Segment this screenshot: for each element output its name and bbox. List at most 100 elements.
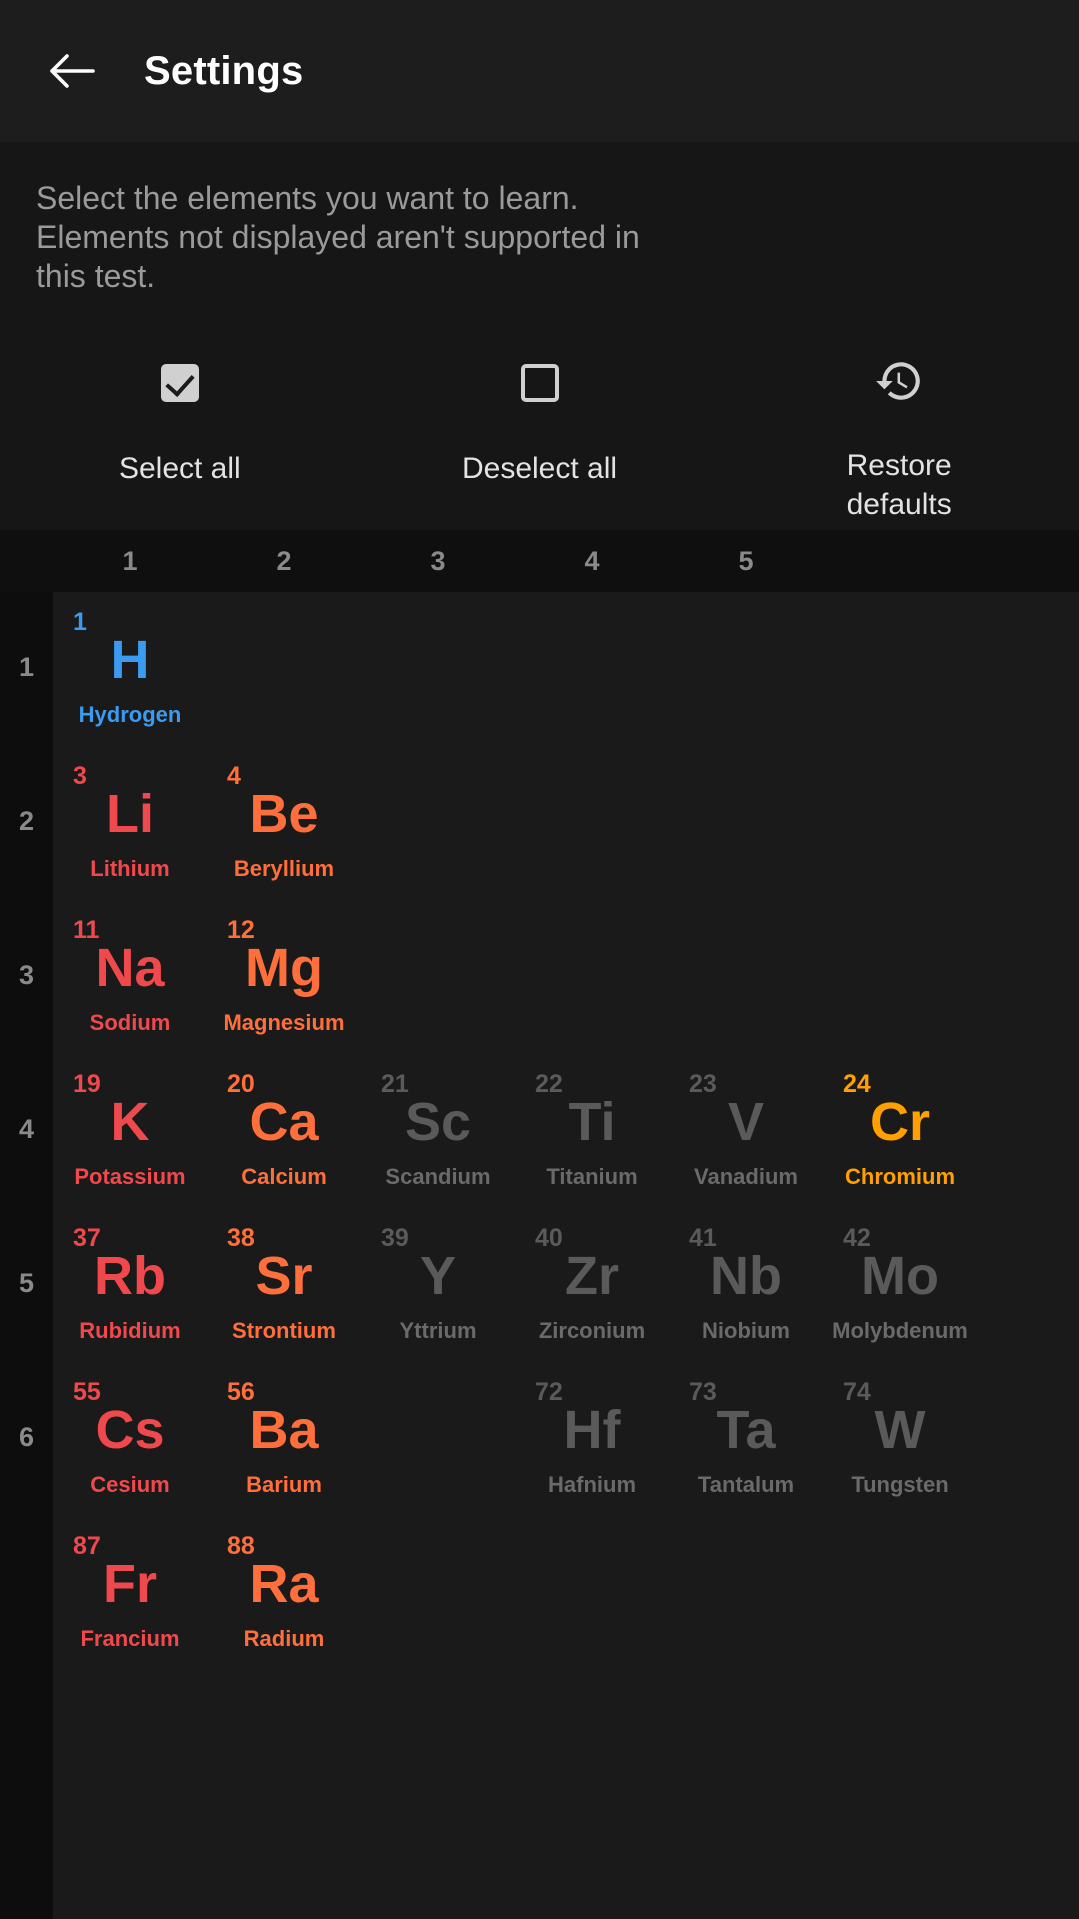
row-header-gutter: 1 2 3 4 5 6 xyxy=(0,592,53,1919)
select-all-label: Select all xyxy=(118,452,241,485)
element-symbol: Ca xyxy=(249,1092,319,1152)
column-header-5: 5 xyxy=(738,546,754,576)
row-header-2: 2 xyxy=(18,806,35,836)
element-name: Lithium xyxy=(90,856,170,881)
element-name: Hydrogen xyxy=(78,702,182,727)
row-header-3: 3 xyxy=(18,960,35,990)
element-symbol: Mo xyxy=(861,1246,939,1306)
element-cell-ba[interactable]: 56 Ba Barium xyxy=(207,1362,361,1516)
arrow-left-icon xyxy=(49,51,95,91)
element-symbol: K xyxy=(110,1092,150,1152)
restore-defaults-label: Restore defaults xyxy=(846,449,952,521)
element-name: Rubidium xyxy=(79,1318,181,1343)
element-symbol: Ti xyxy=(568,1092,616,1152)
element-cell-li[interactable]: 3 Li Lithium xyxy=(53,746,207,900)
element-cell-mo[interactable]: 42 Mo Molybdenum xyxy=(823,1208,977,1362)
element-name: Zirconium xyxy=(538,1318,646,1343)
element-cell-ra[interactable]: 88 Ra Radium xyxy=(207,1516,361,1670)
page-title: Settings xyxy=(144,48,304,93)
periodic-table: 1 2 3 4 5 1 2 3 4 5 6 1 H Hydrogen 3 Li Lithium 4 Be Bery… xyxy=(0,530,1079,1919)
row-header-5: 5 xyxy=(18,1268,35,1298)
element-symbol: Mg xyxy=(245,938,323,998)
description-line-1: Select the elements you want to learn. xyxy=(36,180,579,216)
description-block: Select the elements you want to learn. E… xyxy=(0,142,1079,296)
deselect-all-button[interactable]: Deselect all xyxy=(360,356,720,488)
element-symbol: H xyxy=(110,630,150,690)
element-cell-mg[interactable]: 12 Mg Magnesium xyxy=(207,900,361,1054)
element-cell-h[interactable]: 1 H Hydrogen xyxy=(53,592,207,746)
checkbox-checked-icon xyxy=(160,356,199,409)
element-symbol: Be xyxy=(249,784,319,844)
element-name: Calcium xyxy=(241,1164,327,1189)
element-cell-hf[interactable]: 72 Hf Hafnium xyxy=(515,1362,669,1516)
element-name: Beryllium xyxy=(233,856,335,881)
element-name: Strontium xyxy=(232,1318,336,1343)
element-cell-sr[interactable]: 38 Sr Strontium xyxy=(207,1208,361,1362)
element-cell-v[interactable]: 23 V Vanadium xyxy=(669,1054,823,1208)
row-header-4: 4 xyxy=(18,1114,35,1144)
element-name: Cesium xyxy=(90,1472,170,1497)
element-symbol: V xyxy=(727,1092,765,1152)
element-cell-y[interactable]: 39 Y Yttrium xyxy=(361,1208,515,1362)
element-cell-ti[interactable]: 22 Ti Titanium xyxy=(515,1054,669,1208)
element-symbol: Sc xyxy=(404,1092,472,1152)
element-symbol: Rb xyxy=(94,1246,166,1306)
column-header-3: 3 xyxy=(430,546,446,576)
column-header-4: 4 xyxy=(584,546,600,576)
element-name: Tantalum xyxy=(697,1472,795,1497)
element-name: Titanium xyxy=(546,1164,638,1189)
element-cell-ta[interactable]: 73 Ta Tantalum xyxy=(669,1362,823,1516)
element-symbol: Nb xyxy=(710,1246,782,1306)
column-header-row: 1 2 3 4 5 xyxy=(0,530,1079,592)
element-symbol: Na xyxy=(95,938,165,998)
element-symbol: Fr xyxy=(103,1554,157,1614)
element-cell-rb[interactable]: 37 Rb Rubidium xyxy=(53,1208,207,1362)
element-name: Francium xyxy=(80,1626,180,1651)
checkbox-empty-icon xyxy=(520,356,559,409)
element-cell-nb[interactable]: 41 Nb Niobium xyxy=(669,1208,823,1362)
element-symbol: Li xyxy=(106,784,154,844)
restore-defaults-button[interactable]: Restore defaults xyxy=(719,356,1079,521)
element-name: Barium xyxy=(246,1472,322,1497)
back-button[interactable] xyxy=(24,23,120,119)
element-cell-sc[interactable]: 21 Sc Scandium xyxy=(361,1054,515,1208)
deselect-all-label: Deselect all xyxy=(461,452,618,485)
element-name: Radium xyxy=(243,1626,325,1651)
element-cell-w[interactable]: 74 W Tungsten xyxy=(823,1362,977,1516)
app-bar: Settings xyxy=(0,0,1079,142)
select-all-button[interactable]: Select all xyxy=(0,356,360,488)
element-cell-ca[interactable]: 20 Ca Calcium xyxy=(207,1054,361,1208)
element-name: Chromium xyxy=(845,1164,955,1189)
element-name: Yttrium xyxy=(399,1318,477,1343)
row-header-1: 1 xyxy=(18,652,35,682)
element-name: Sodium xyxy=(89,1010,171,1035)
element-symbol: Sr xyxy=(255,1246,313,1306)
element-cell-cs[interactable]: 55 Cs Cesium xyxy=(53,1362,207,1516)
element-cell-cr[interactable]: 24 Cr Chromium xyxy=(823,1054,977,1208)
element-name: Hafnium xyxy=(548,1472,636,1497)
element-symbol: Cs xyxy=(95,1400,165,1460)
element-symbol: Ba xyxy=(249,1400,319,1460)
element-cell-k[interactable]: 19 K Potassium xyxy=(53,1054,207,1208)
element-name: Scandium xyxy=(385,1164,491,1189)
description-line-2: Elements not displayed aren't supported … xyxy=(36,219,640,255)
element-grid[interactable]: 1 H Hydrogen 3 Li Lithium 4 Be Beryllium 11 Na Sodi… xyxy=(53,592,1079,1919)
action-row: Select all Deselect all Restore defaults xyxy=(0,296,1079,530)
settings-screen: Settings Select the elements you want to… xyxy=(0,0,1079,1919)
history-restore-icon xyxy=(874,356,924,406)
column-header-1: 1 xyxy=(122,546,138,576)
element-name: Potassium xyxy=(74,1164,186,1189)
element-symbol: Cr xyxy=(869,1092,930,1152)
element-cell-be[interactable]: 4 Be Beryllium xyxy=(207,746,361,900)
element-cell-zr[interactable]: 40 Zr Zirconium xyxy=(515,1208,669,1362)
element-name: Magnesium xyxy=(223,1010,345,1035)
element-cell-fr[interactable]: 87 Fr Francium xyxy=(53,1516,207,1670)
description-line-3: this test. xyxy=(36,258,156,294)
element-name: Molybdenum xyxy=(832,1318,968,1343)
element-name: Tungsten xyxy=(851,1472,949,1497)
element-symbol: Ta xyxy=(716,1400,776,1460)
element-symbol: Zr xyxy=(565,1246,619,1306)
row-header-6: 6 xyxy=(18,1422,35,1452)
element-name: Niobium xyxy=(702,1318,790,1343)
element-cell-na[interactable]: 11 Na Sodium xyxy=(53,900,207,1054)
